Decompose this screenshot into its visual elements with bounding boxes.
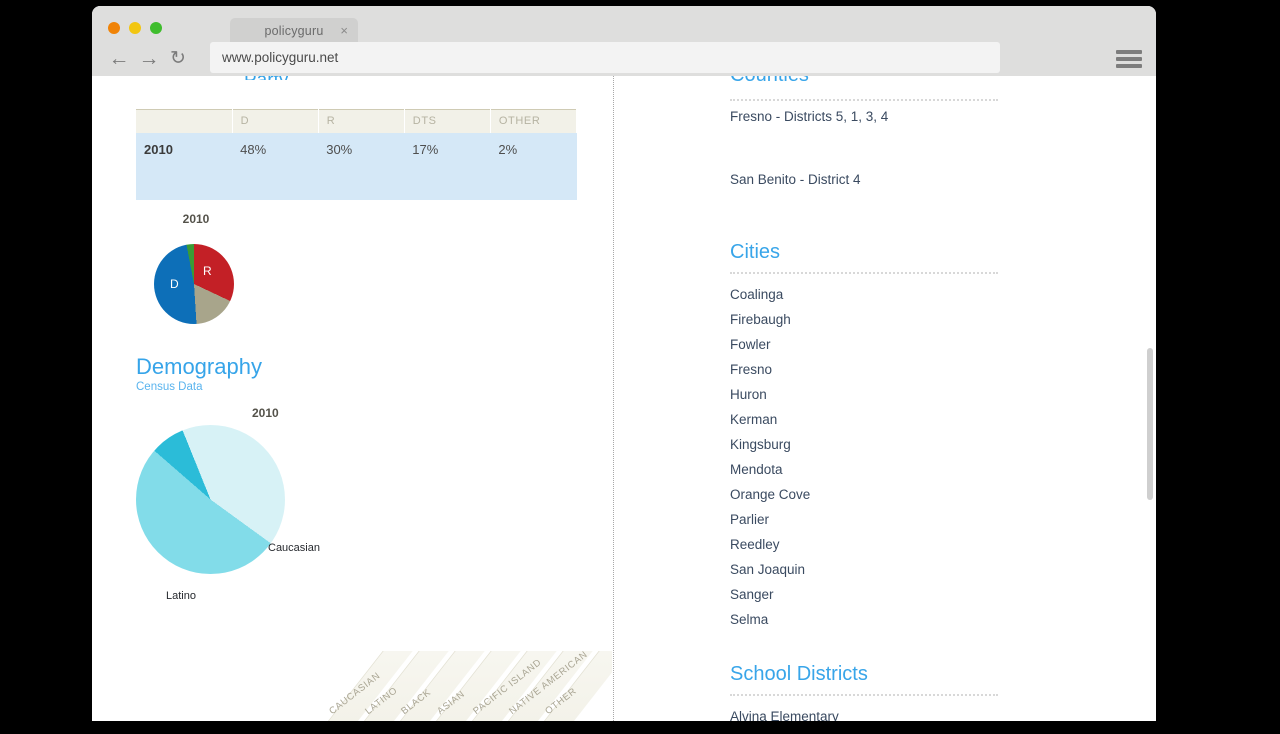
party-pie-graphic[interactable]: D R xyxy=(154,244,234,324)
list-item[interactable]: Coalinga xyxy=(730,282,810,307)
table-row: 2010 48% 30% 17% 2% xyxy=(136,133,577,200)
pie-slice-label-latino: Latino xyxy=(166,590,196,602)
cell-other: 2% xyxy=(490,133,576,200)
forward-icon[interactable]: → xyxy=(136,46,162,72)
close-window-button[interactable] xyxy=(108,22,120,34)
maximize-window-button[interactable] xyxy=(150,22,162,34)
list-item[interactable]: Reedley xyxy=(730,532,810,557)
list-item[interactable]: Sanger xyxy=(730,582,810,607)
list-item[interactable]: San Benito - District 4 xyxy=(730,172,861,187)
page-scrollbar[interactable] xyxy=(1144,76,1156,721)
back-icon[interactable]: ← xyxy=(106,46,132,72)
table-col-d: D xyxy=(232,110,318,134)
cities-section-title: Cities xyxy=(730,241,780,263)
browser-tab-title: policyguru xyxy=(265,24,324,38)
list-item[interactable]: Mendota xyxy=(730,457,810,482)
school-districts-list: Alvina Elementary xyxy=(730,704,839,721)
browser-window: policyguru × ← → ↻ www.policyguru.net Pa… xyxy=(92,6,1156,721)
counties-divider xyxy=(730,99,998,101)
list-item[interactable]: Alvina Elementary xyxy=(730,704,839,721)
scrollbar-thumb[interactable] xyxy=(1147,348,1153,500)
page-viewport: Party D R DTS OTHER 2010 48% 30% xyxy=(92,76,1156,721)
browser-navbar: ← → ↻ www.policyguru.net xyxy=(92,40,1156,76)
list-item[interactable]: Huron xyxy=(730,382,810,407)
table-col-year xyxy=(136,110,232,134)
demography-pie-year-label: 2010 xyxy=(252,406,279,420)
demography-table-rotated-headers: CAUCASIANLATINOBLACKASIANPACIFIC ISLANDN… xyxy=(328,651,612,721)
cell-r: 30% xyxy=(318,133,404,200)
table-col-other: OTHER xyxy=(490,110,576,134)
cell-d: 48% xyxy=(232,133,318,200)
address-bar[interactable]: www.policyguru.net xyxy=(210,42,1000,73)
school-districts-section-title: School Districts xyxy=(730,663,868,685)
pie-slice-label-caucasian: Caucasian xyxy=(268,542,320,554)
counties-section-title: Counties xyxy=(730,76,1030,86)
cell-year: 2010 xyxy=(136,133,232,200)
demography-subtitle[interactable]: Census Data xyxy=(136,381,202,393)
browser-titlebar: policyguru × ← → ↻ www.policyguru.net xyxy=(92,6,1156,76)
list-item[interactable]: Fresno - Districts 5, 1, 3, 4 xyxy=(730,109,888,124)
demography-section-title: Demography xyxy=(136,354,262,380)
list-item[interactable]: Parlier xyxy=(730,507,810,532)
party-registration-table: D R DTS OTHER 2010 48% 30% 17% 2% xyxy=(136,109,577,200)
list-item[interactable]: Fresno xyxy=(730,357,810,382)
list-item[interactable]: Orange Cove xyxy=(730,482,810,507)
window-controls xyxy=(108,22,162,34)
table-header-row: D R DTS OTHER xyxy=(136,110,577,134)
list-item[interactable]: Fowler xyxy=(730,332,810,357)
cities-list: CoalingaFirebaughFowlerFresnoHuronKerman… xyxy=(730,282,810,632)
left-content-column: Party D R DTS OTHER 2010 48% 30% xyxy=(92,76,612,721)
school-districts-divider xyxy=(730,694,998,696)
list-item[interactable]: Kingsburg xyxy=(730,432,810,457)
party-pie-chart: 2010 D R xyxy=(136,212,436,324)
demography-pie-graphic[interactable]: Caucasian Latino xyxy=(136,425,285,574)
table-col-r: R xyxy=(318,110,404,134)
list-item[interactable]: Kerman xyxy=(730,407,810,432)
cities-divider xyxy=(730,272,998,274)
cell-dts: 17% xyxy=(404,133,490,200)
address-bar-text: www.policyguru.net xyxy=(222,50,338,65)
list-item[interactable]: Firebaugh xyxy=(730,307,810,332)
right-content-column: Counties Fresno - Districts 5, 1, 3, 4 S… xyxy=(614,76,1156,721)
table-col-dts: DTS xyxy=(404,110,490,134)
minimize-window-button[interactable] xyxy=(129,22,141,34)
pie-slice-label-d: D xyxy=(170,277,179,291)
party-section-title: Party xyxy=(244,76,288,80)
list-item[interactable]: Selma xyxy=(730,607,810,632)
close-tab-icon[interactable]: × xyxy=(340,23,348,39)
party-pie-year-label: 2010 xyxy=(136,212,256,226)
hamburger-menu-icon[interactable] xyxy=(1116,48,1142,70)
pie-slice-label-r: R xyxy=(203,264,212,278)
list-item[interactable]: San Joaquin xyxy=(730,557,810,582)
reload-icon[interactable]: ↻ xyxy=(165,46,191,72)
